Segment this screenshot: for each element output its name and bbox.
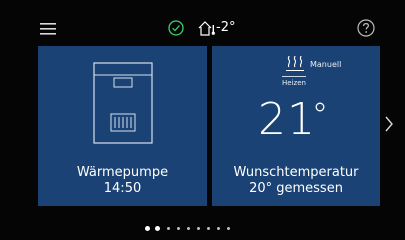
page-dot[interactable] [227,227,230,230]
page-dot[interactable] [145,226,150,231]
page-dot[interactable] [187,227,190,230]
operation-label: Heizen [282,79,306,87]
mode-label: Manuell [310,60,342,69]
page-dot[interactable] [217,227,220,230]
house-thermometer-icon[interactable] [198,20,216,36]
heat-pump-title: Wärmepumpe [76,165,169,180]
setpoint-value: 21 [258,94,316,145]
desired-temperature-title: Wunschtemperatur [233,165,359,180]
page-dot[interactable] [167,227,170,230]
page-dot-active[interactable] [155,226,160,231]
menu-icon[interactable] [40,23,56,35]
heating-icon [286,55,304,72]
help-icon[interactable] [357,19,375,37]
heat-pump-icon [93,62,153,144]
top-bar: -2° [0,0,405,38]
heat-pump-time: 14:50 [103,181,142,196]
heat-pump-tile[interactable]: Wärmepumpe 14:50 [38,46,207,206]
check-circle-icon[interactable] [168,20,184,36]
outdoor-temperature: -2° [216,20,236,35]
page-dot[interactable] [177,227,180,230]
page-dot[interactable] [197,227,200,230]
chevron-right-icon[interactable] [384,116,394,132]
operation-divider [282,76,306,77]
setpoint-degree-symbol [315,102,325,112]
desired-temperature-tile[interactable]: Manuell Heizen 21 Wunschtemperatur 20° g… [212,46,380,206]
measured-temperature: 20° gemessen [249,181,343,196]
page-dot[interactable] [207,227,210,230]
